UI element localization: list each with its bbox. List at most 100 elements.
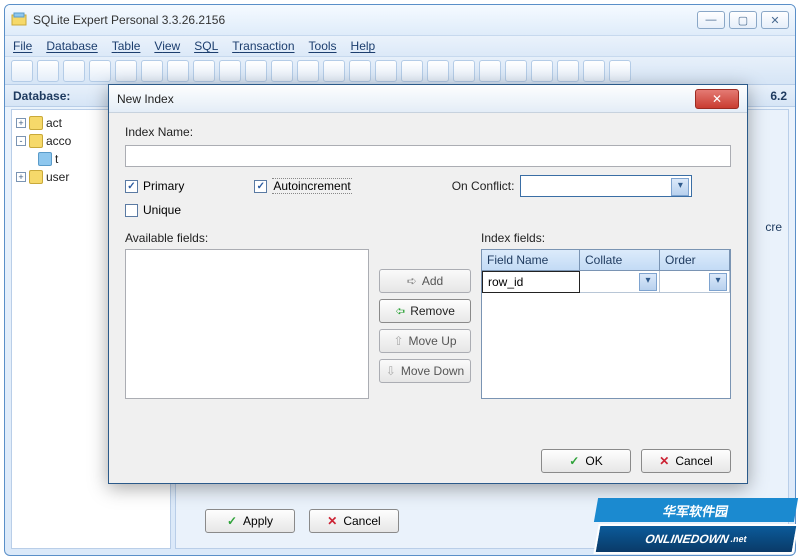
- close-button[interactable]: ✕: [761, 11, 789, 29]
- autoincrement-label: Autoincrement: [272, 178, 351, 194]
- primary-checkbox[interactable]: Primary: [125, 179, 184, 193]
- move-down-button[interactable]: ⇩ Move Down: [379, 359, 471, 383]
- unique-checkbox[interactable]: Unique: [125, 203, 181, 217]
- cancel-button[interactable]: ✕ Cancel: [641, 449, 731, 473]
- on-conflict-combo[interactable]: [520, 175, 692, 197]
- ok-label: OK: [585, 454, 602, 468]
- expander-icon[interactable]: -: [16, 136, 26, 146]
- cancel-button-back[interactable]: ✕Cancel: [309, 509, 399, 533]
- move-down-label: Move Down: [401, 364, 464, 378]
- watermark: 华军软件园 ONLINEDOWN.net: [596, 498, 796, 556]
- checkbox-icon: [254, 180, 267, 193]
- x-icon: ✕: [659, 454, 669, 468]
- toolbar: [5, 57, 795, 85]
- grid-row[interactable]: row_id: [482, 271, 730, 293]
- menu-view[interactable]: View: [154, 39, 180, 53]
- table-icon: [38, 152, 52, 166]
- col-order[interactable]: Order: [660, 250, 730, 270]
- cell-order-combo[interactable]: [660, 271, 730, 293]
- toolbar-button[interactable]: [349, 60, 371, 82]
- arrow-up-icon: ⇧: [393, 334, 403, 348]
- toolbar-button[interactable]: [271, 60, 293, 82]
- expander-icon[interactable]: +: [16, 172, 26, 182]
- check-icon: ✓: [569, 454, 579, 468]
- available-fields-listbox[interactable]: [125, 249, 369, 399]
- minimize-button[interactable]: —: [697, 11, 725, 29]
- primary-label: Primary: [143, 179, 184, 193]
- remove-button[interactable]: ➪Remove: [379, 299, 471, 323]
- toolbar-button[interactable]: [505, 60, 527, 82]
- apply-label: Apply: [243, 514, 273, 528]
- toolbar-button[interactable]: [11, 60, 33, 82]
- move-up-button[interactable]: ⇧ Move Up: [379, 329, 471, 353]
- maximize-button[interactable]: ▢: [729, 11, 757, 29]
- ok-button[interactable]: ✓ OK: [541, 449, 631, 473]
- available-fields-label: Available fields:: [125, 231, 208, 245]
- col-field-name[interactable]: Field Name: [482, 250, 580, 270]
- toolbar-button[interactable]: [375, 60, 397, 82]
- remove-label: Remove: [410, 304, 455, 318]
- new-index-dialog: New Index ✕ Index Name: Primary Autoincr…: [108, 84, 748, 484]
- titlebar: SQLite Expert Personal 3.3.26.2156 — ▢ ✕: [5, 5, 795, 35]
- apply-button[interactable]: ✓Apply: [205, 509, 295, 533]
- back-footer: ✓Apply ✕Cancel: [205, 509, 399, 533]
- tree-label: act: [46, 116, 62, 130]
- toolbar-button[interactable]: [167, 60, 189, 82]
- toolbar-button[interactable]: [401, 60, 423, 82]
- database-icon: [29, 116, 43, 130]
- checkbox-icon: [125, 204, 138, 217]
- toolbar-button[interactable]: [141, 60, 163, 82]
- right-tab-fragment: cre: [765, 220, 782, 234]
- toolbar-button[interactable]: [427, 60, 449, 82]
- toolbar-button[interactable]: [193, 60, 215, 82]
- add-button[interactable]: ➪ Add: [379, 269, 471, 293]
- menu-help[interactable]: Help: [351, 39, 376, 53]
- app-icon: [11, 12, 27, 28]
- toolbar-button[interactable]: [115, 60, 137, 82]
- index-name-input[interactable]: [125, 145, 731, 167]
- add-label: Add: [422, 274, 443, 288]
- toolbar-button[interactable]: [557, 60, 579, 82]
- menu-sql[interactable]: SQL: [194, 39, 218, 53]
- tree-label: acco: [46, 134, 71, 148]
- window-title: SQLite Expert Personal 3.3.26.2156: [33, 13, 697, 27]
- toolbar-button[interactable]: [89, 60, 111, 82]
- arrow-right-icon: ➪: [407, 274, 417, 288]
- checkbox-icon: [125, 180, 138, 193]
- cancel-label: Cancel: [675, 454, 712, 468]
- x-icon: ✕: [327, 514, 337, 528]
- move-up-label: Move Up: [409, 334, 457, 348]
- watermark-top: 华军软件园: [594, 498, 798, 522]
- menu-file[interactable]: File: [13, 39, 32, 53]
- toolbar-button[interactable]: [479, 60, 501, 82]
- col-collate[interactable]: Collate: [580, 250, 660, 270]
- grid-header: Field Name Collate Order: [482, 250, 730, 271]
- menu-transaction[interactable]: Transaction: [232, 39, 294, 53]
- toolbar-button[interactable]: [219, 60, 241, 82]
- expander-icon[interactable]: +: [16, 118, 26, 128]
- cell-collate-combo[interactable]: [580, 271, 660, 293]
- toolbar-button[interactable]: [323, 60, 345, 82]
- toolbar-button[interactable]: [609, 60, 631, 82]
- toolbar-button[interactable]: [453, 60, 475, 82]
- toolbar-button[interactable]: [37, 60, 59, 82]
- toolbar-button[interactable]: [63, 60, 85, 82]
- autoincrement-checkbox[interactable]: Autoincrement: [254, 178, 351, 194]
- toolbar-button[interactable]: [245, 60, 267, 82]
- dialog-close-button[interactable]: ✕: [695, 89, 739, 109]
- index-fields-label: Index fields:: [481, 231, 545, 245]
- unique-label: Unique: [143, 203, 181, 217]
- tree-label: t: [55, 152, 58, 166]
- toolbar-button[interactable]: [583, 60, 605, 82]
- cell-field-name[interactable]: row_id: [482, 271, 580, 293]
- index-fields-grid[interactable]: Field Name Collate Order row_id: [481, 249, 731, 399]
- database-label: Database:: [13, 89, 70, 103]
- menu-tools[interactable]: Tools: [309, 39, 337, 53]
- menu-database[interactable]: Database: [46, 39, 97, 53]
- toolbar-button[interactable]: [297, 60, 319, 82]
- toolbar-button[interactable]: [531, 60, 553, 82]
- dialog-titlebar: New Index ✕: [109, 85, 747, 113]
- arrow-down-icon: ⇩: [386, 364, 396, 378]
- menu-table[interactable]: Table: [112, 39, 141, 53]
- database-icon: [29, 134, 43, 148]
